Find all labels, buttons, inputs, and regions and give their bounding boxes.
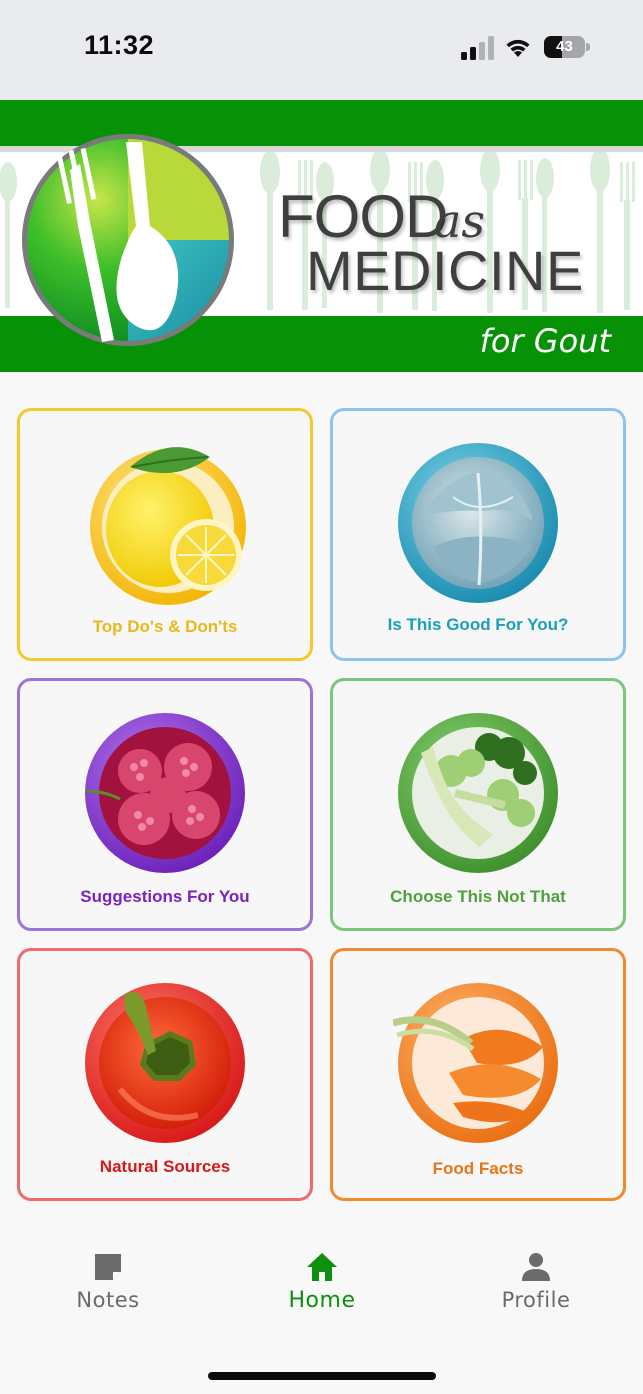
nav-home[interactable]: Home [252, 1250, 392, 1330]
cellular-signal-icon [461, 36, 494, 60]
status-bar: 11:32 43 [0, 0, 643, 100]
card-choose-this-not-that[interactable]: Choose This Not That [330, 678, 626, 931]
cabbage-icon [398, 443, 558, 603]
nav-profile[interactable]: Profile [466, 1250, 606, 1330]
person-icon [522, 1253, 550, 1281]
nav-home-label: Home [288, 1288, 356, 1313]
note-icon [95, 1254, 121, 1280]
card-label: Is This Good For You? [387, 615, 569, 634]
battery-icon: 43 [544, 36, 590, 58]
nav-notes-label: Notes [76, 1288, 140, 1312]
wifi-icon [506, 39, 530, 57]
brand-title-medicine: MEDICINE [306, 239, 584, 302]
carrot-icon [393, 983, 558, 1143]
pepper-icon [85, 983, 245, 1143]
status-time: 11:32 [84, 30, 155, 60]
lemon-icon [90, 447, 246, 605]
card-natural-sources[interactable]: Natural Sources [17, 948, 313, 1201]
card-label: Top Do's & Don'ts [92, 617, 238, 636]
card-label: Suggestions For You [80, 887, 250, 906]
battery-level: 43 [556, 38, 573, 55]
card-label: Food Facts [432, 1159, 524, 1178]
app-header-banner: FOOD as MEDICINE for Gout [0, 100, 643, 372]
card-top-dos-donts[interactable]: Top Do's & Don'ts [17, 408, 313, 661]
raspberry-icon [85, 713, 245, 873]
bottom-navigation: Notes Home Profile [0, 1226, 643, 1394]
fork-spoon-logo [22, 134, 234, 346]
card-label: Natural Sources [99, 1157, 231, 1176]
home-indicator [208, 1372, 436, 1380]
card-is-this-good-for-you[interactable]: Is This Good For You? [330, 408, 626, 661]
card-label: Choose This Not That [390, 887, 566, 906]
card-food-facts[interactable]: Food Facts [330, 948, 626, 1201]
home-icon [307, 1253, 337, 1281]
nav-notes[interactable]: Notes [38, 1250, 178, 1330]
card-suggestions-for-you[interactable]: Suggestions For You [17, 678, 313, 931]
nav-profile-label: Profile [501, 1288, 571, 1312]
brand-subtitle: for Gout [479, 322, 611, 360]
broccoli-icon [398, 713, 558, 873]
